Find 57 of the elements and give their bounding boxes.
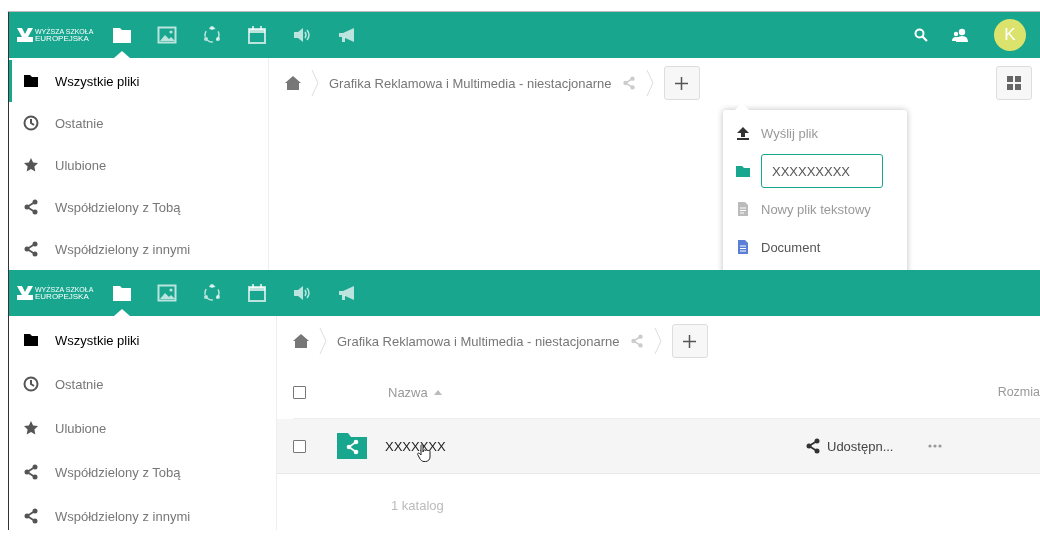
- menu-item[interactable]: Wyślij plik: [761, 125, 818, 141]
- share-icon: [23, 508, 39, 524]
- breadcrumb-folder[interactable]: Grafika Reklamowa i Multimedia - niestacjonarne: [337, 333, 620, 349]
- plus-icon: [675, 76, 688, 90]
- share-icon[interactable]: [629, 334, 644, 348]
- size-column-header[interactable]: Rozmia: [997, 385, 1040, 399]
- view-toggle-button[interactable]: [996, 66, 1032, 100]
- sidebar-item[interactable]: Współdzielony z innymi: [9, 228, 268, 270]
- sidebar-item[interactable]: Ostatnie: [9, 362, 276, 406]
- breadcrumb-separator: [653, 328, 662, 354]
- share-icon[interactable]: [621, 76, 636, 90]
- folder-icon: [23, 73, 39, 89]
- new-button[interactable]: [671, 324, 708, 358]
- star-icon: [23, 157, 39, 173]
- share-action[interactable]: Udostępn...: [805, 438, 894, 454]
- folder-icon: [735, 163, 751, 179]
- sidebar-item[interactable]: Wszystkie pliki: [9, 60, 268, 102]
- folder-name-input[interactable]: XXXXXXXXX: [761, 154, 883, 188]
- select-all-checkbox[interactable]: [293, 385, 306, 399]
- new-button[interactable]: [663, 66, 700, 100]
- star-icon: [23, 420, 39, 436]
- clock-icon: [23, 115, 39, 131]
- sidebar-item[interactable]: Wszystkie pliki: [9, 318, 276, 362]
- plus-icon: [683, 334, 696, 348]
- file-row[interactable]: XXXXXXX Udostępn...: [277, 419, 1040, 474]
- sidebar-item[interactable]: Ulubione: [9, 144, 268, 186]
- breadcrumb-separator: [319, 328, 327, 354]
- breadcrumb-separator: [311, 70, 319, 96]
- home-icon[interactable]: [285, 76, 301, 90]
- clock-icon: [23, 376, 39, 392]
- sidebar-item[interactable]: Współdzielony z Tobą: [9, 186, 268, 228]
- row-checkbox[interactable]: [293, 439, 306, 453]
- more-icon[interactable]: [927, 444, 942, 448]
- breadcrumb-folder[interactable]: Grafika Reklamowa i Multimedia - niestacjonarne: [329, 75, 612, 91]
- share-icon: [805, 438, 821, 454]
- folder-count: 1 katalog: [390, 497, 445, 513]
- menu-item[interactable]: Document: [761, 239, 821, 255]
- shared-folder-icon: [337, 433, 367, 459]
- search-icon[interactable]: [914, 28, 928, 42]
- grid-icon: [1007, 76, 1021, 90]
- sidebar-item[interactable]: Współdzielony z innymi: [9, 494, 276, 530]
- folder-icon: [23, 332, 39, 348]
- document-icon: [735, 239, 751, 255]
- share-icon: [23, 241, 39, 257]
- share-icon: [23, 199, 39, 215]
- share-icon: [23, 464, 39, 480]
- sidebar-item[interactable]: Ostatnie: [9, 102, 268, 144]
- sidebar-item[interactable]: Współdzielony z Tobą: [9, 450, 276, 494]
- menu-item[interactable]: Nowy plik tekstowy: [761, 201, 871, 217]
- upload-icon: [735, 125, 751, 141]
- contacts-icon[interactable]: [952, 28, 968, 42]
- home-icon[interactable]: [293, 334, 309, 348]
- sidebar-item[interactable]: Ulubione: [9, 406, 276, 450]
- text-file-icon: [735, 201, 751, 217]
- name-column-header[interactable]: Nazwa: [388, 384, 428, 400]
- file-name[interactable]: XXXXXXX: [385, 438, 446, 454]
- breadcrumb-separator: [645, 70, 654, 96]
